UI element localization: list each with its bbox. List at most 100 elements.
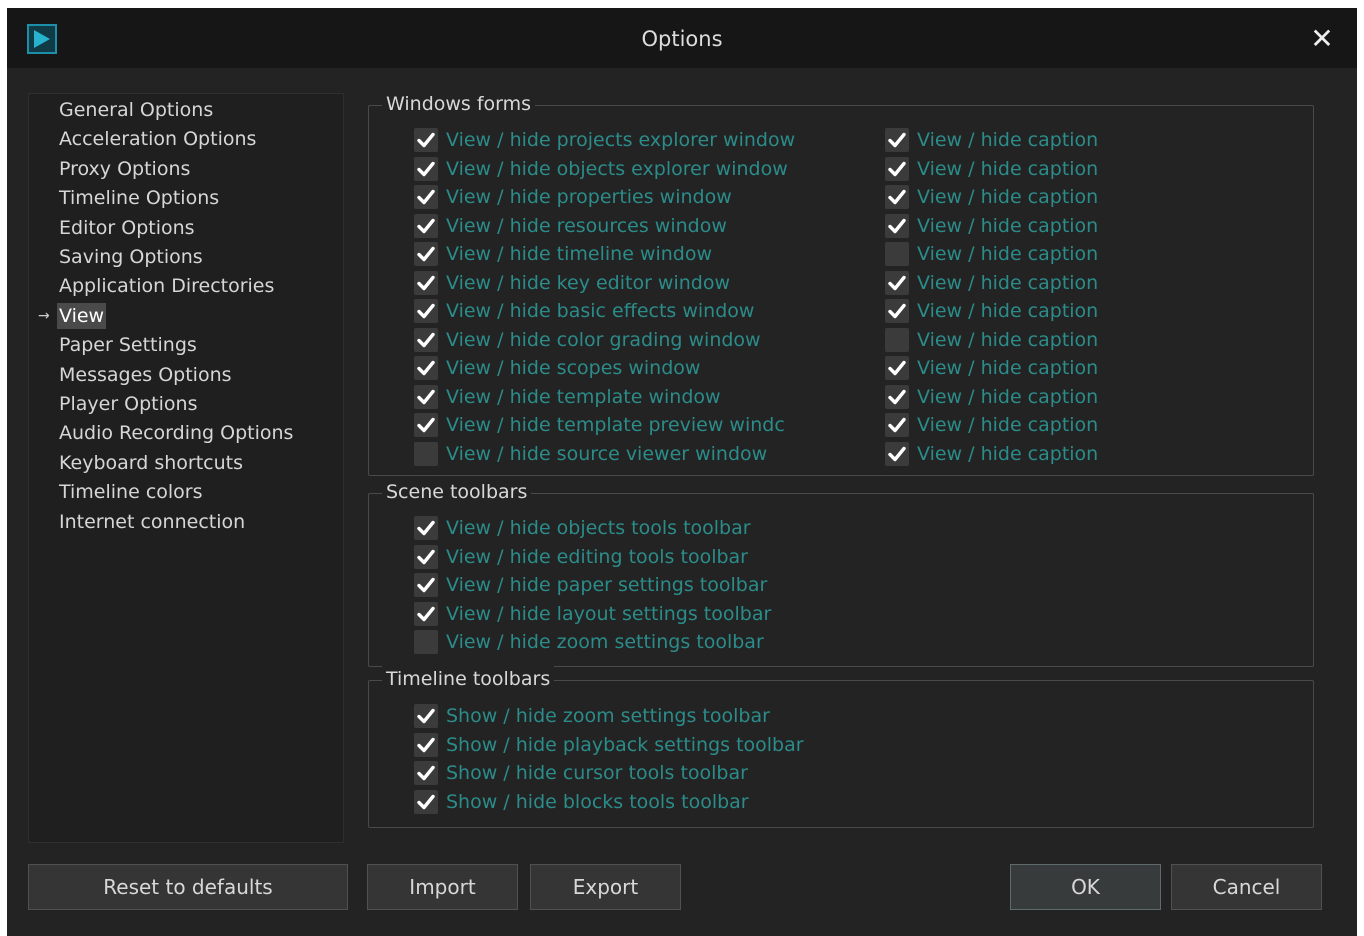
checkbox[interactable]: [885, 356, 909, 380]
option-label: View / hide caption: [917, 129, 1099, 151]
checkmark-icon: [888, 218, 906, 233]
ok-button[interactable]: OK: [1010, 864, 1161, 910]
sidebar-item[interactable]: Keyboard shortcuts: [59, 450, 243, 476]
option-label: View / hide timeline window: [446, 243, 713, 265]
option-label: View / hide key editor window: [446, 271, 731, 294]
sidebar-item[interactable]: Editor Options: [59, 215, 195, 241]
checkbox[interactable]: [414, 789, 438, 814]
checkmark-icon: [888, 417, 906, 433]
options-category-list[interactable]: General Options Acceleration Options Proxy…: [28, 93, 344, 843]
reset-to-defaults-button[interactable]: Reset to defaults: [28, 864, 348, 910]
sidebar-item[interactable]: Messages Options: [59, 362, 232, 388]
checkmark-icon: [417, 303, 435, 319]
checkbox[interactable]: [414, 185, 438, 209]
sidebar-item[interactable]: View: [57, 302, 107, 329]
checkbox[interactable]: [414, 413, 438, 437]
option-label: View / hide editing tools toolbar: [446, 545, 748, 568]
sidebar-item[interactable]: Proxy Options: [59, 156, 190, 182]
checkbox[interactable]: [414, 384, 438, 409]
checkbox[interactable]: [885, 413, 909, 437]
sidebar-item[interactable]: Timeline colors: [59, 479, 203, 505]
checkbox[interactable]: [414, 270, 438, 295]
option-label: View / hide layout settings toolbar: [446, 602, 772, 625]
sidebar-item[interactable]: Saving Options: [59, 244, 203, 270]
checkbox[interactable]: [885, 156, 909, 181]
checkbox[interactable]: [885, 327, 909, 352]
option-label: Show / hide cursor tools toolbar: [446, 762, 748, 784]
checkbox[interactable]: [414, 761, 438, 785]
scene-toolbars-group: Scene toolbars View / hide objects tools…: [368, 479, 1314, 667]
sidebar-item[interactable]: Timeline Options: [59, 185, 219, 211]
checkbox[interactable]: [414, 516, 438, 540]
checkbox[interactable]: [885, 299, 909, 323]
checkmark-icon: [417, 132, 435, 148]
checkbox[interactable]: [885, 185, 909, 209]
selected-arrow-icon: →: [38, 307, 50, 324]
checkmark-icon: [888, 389, 906, 404]
option-label: View / hide color grading window: [446, 328, 761, 351]
option-label: View / hide template preview windc: [446, 414, 785, 436]
option-label: Show / hide zoom settings toolbar: [446, 705, 770, 727]
option-label: View / hide objects explorer window: [446, 157, 788, 180]
checkbox[interactable]: [414, 128, 438, 152]
checkmark-icon: [888, 275, 906, 290]
sidebar-item[interactable]: Internet connection: [59, 509, 245, 535]
sidebar-item[interactable]: Acceleration Options: [59, 126, 256, 152]
sidebar-item[interactable]: Paper Settings: [59, 332, 197, 358]
group-title-windows-forms: Windows forms: [382, 91, 536, 117]
checkbox[interactable]: [885, 270, 909, 295]
option-label: View / hide caption: [917, 186, 1099, 208]
checkmark-icon: [888, 161, 906, 176]
cancel-button[interactable]: Cancel: [1171, 864, 1322, 910]
sidebar-item[interactable]: General Options: [59, 97, 213, 123]
import-button[interactable]: Import: [367, 864, 518, 910]
checkbox[interactable]: [414, 544, 438, 569]
option-label: View / hide projects explorer window: [446, 129, 796, 151]
window-title: Options: [641, 27, 723, 51]
option-label: View / hide zoom settings toolbar: [446, 631, 764, 653]
checkbox[interactable]: [414, 327, 438, 352]
option-label: Show / hide playback settings toolbar: [446, 733, 804, 756]
checkbox[interactable]: [414, 356, 438, 380]
checkbox[interactable]: [414, 299, 438, 323]
checkmark-icon: [417, 389, 435, 404]
checkmark-icon: [417, 520, 435, 536]
export-button[interactable]: Export: [530, 864, 681, 910]
checkmark-icon: [417, 708, 435, 724]
option-label: View / hide paper settings toolbar: [446, 574, 768, 596]
sidebar-item[interactable]: Player Options: [59, 391, 197, 417]
option-label: View / hide caption: [917, 357, 1099, 379]
option-label: View / hide caption: [917, 414, 1099, 436]
checkbox[interactable]: [885, 384, 909, 409]
checkmark-icon: [417, 360, 435, 376]
checkbox[interactable]: [885, 441, 909, 466]
option-label: View / hide resources window: [446, 214, 727, 237]
checkbox[interactable]: [414, 441, 438, 466]
checkbox[interactable]: [414, 156, 438, 181]
checkbox[interactable]: [414, 704, 438, 728]
option-label: View / hide caption: [917, 328, 1099, 351]
option-label: View / hide scopes window: [446, 357, 701, 379]
checkbox[interactable]: [885, 242, 909, 266]
checkmark-icon: [888, 303, 906, 319]
group-title-timeline-toolbars: Timeline toolbars: [382, 666, 555, 692]
option-label: View / hide caption: [917, 157, 1099, 180]
sidebar-item[interactable]: Audio Recording Options: [59, 420, 293, 446]
checkmark-icon: [417, 765, 435, 781]
option-label: View / hide caption: [917, 385, 1099, 408]
close-button[interactable]: ✕: [1304, 24, 1340, 54]
option-label: View / hide objects tools toolbar: [446, 517, 751, 539]
checkbox[interactable]: [414, 630, 438, 654]
checkbox[interactable]: [414, 573, 438, 597]
group-title-scene-toolbars: Scene toolbars: [382, 479, 532, 505]
checkbox[interactable]: [885, 128, 909, 152]
checkbox[interactable]: [414, 732, 438, 757]
checkmark-icon: [417, 161, 435, 176]
checkmark-icon: [417, 577, 435, 593]
checkbox[interactable]: [414, 601, 438, 626]
windows-forms-group: Windows forms View / hide projects explo…: [368, 91, 1314, 476]
checkbox[interactable]: [414, 242, 438, 266]
checkbox[interactable]: [414, 213, 438, 238]
sidebar-item[interactable]: Application Directories: [59, 273, 274, 299]
checkbox[interactable]: [885, 213, 909, 238]
